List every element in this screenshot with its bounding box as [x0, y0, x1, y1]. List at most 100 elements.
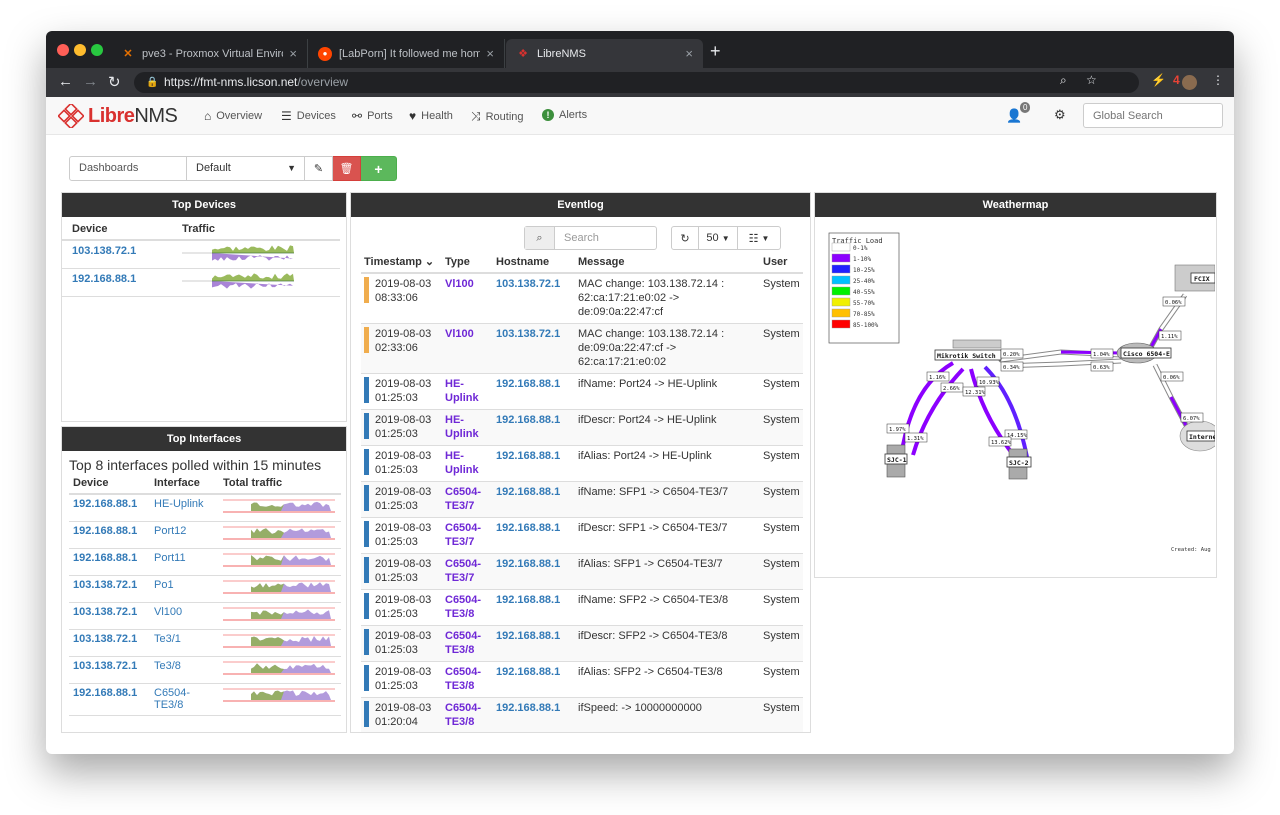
event-hostname[interactable]: 103.138.72.1: [493, 273, 575, 324]
event-type[interactable]: Vl100: [442, 273, 493, 324]
columns-dropdown[interactable]: ☷ ▼: [737, 226, 781, 250]
weathermap-image[interactable]: Traffic Load 0-1% 1-10% 10-25% 25-40% 40-55%…: [815, 217, 1215, 577]
traffic-graph[interactable]: [219, 521, 341, 549]
event-type[interactable]: C6504-TE3/7: [442, 481, 493, 518]
notification-badge[interactable]: 0: [1020, 102, 1031, 113]
back-icon[interactable]: ←: [58, 73, 73, 90]
dashboard-select[interactable]: Default ▼: [187, 156, 305, 181]
traffic-graph[interactable]: [219, 683, 341, 716]
delete-dashboard-button[interactable]: 🗑: [333, 156, 361, 181]
event-type[interactable]: HE-Uplink: [442, 373, 493, 410]
col-user[interactable]: User: [760, 253, 803, 274]
col-hostname[interactable]: Hostname: [493, 253, 575, 274]
traffic-graph[interactable]: [219, 656, 341, 684]
interface-link[interactable]: Po1: [150, 575, 219, 603]
col-type[interactable]: Type: [442, 253, 493, 274]
reload-icon[interactable]: ↻: [108, 73, 121, 91]
interface-link[interactable]: Te3/8: [150, 656, 219, 684]
event-type[interactable]: C6504-TE3/7: [442, 553, 493, 590]
node-fcix[interactable]: FCIX: [1174, 264, 1215, 292]
gear-icon[interactable]: ⚙: [1054, 107, 1066, 123]
global-search-input[interactable]: [1083, 103, 1223, 128]
device-link[interactable]: 192.168.88.1: [69, 521, 150, 549]
interface-link[interactable]: Port11: [150, 548, 219, 576]
event-hostname[interactable]: 103.138.72.1: [493, 323, 575, 374]
interface-link[interactable]: HE-Uplink: [150, 494, 219, 522]
col-message[interactable]: Message: [575, 253, 760, 274]
device-link[interactable]: 192.168.88.1: [69, 494, 150, 522]
extension-bolt-icon[interactable]: ⚡: [1151, 73, 1166, 87]
traffic-graph[interactable]: [219, 494, 341, 522]
nav-devices[interactable]: ☰ Devices: [281, 109, 336, 123]
event-hostname[interactable]: 192.168.88.1: [493, 625, 575, 662]
node-internet[interactable]: Interne: [1179, 420, 1215, 452]
event-hostname[interactable]: 192.168.88.1: [493, 553, 575, 590]
close-window-button[interactable]: [57, 44, 69, 56]
traffic-graph[interactable]: [172, 268, 340, 297]
event-type[interactable]: C6504-TE3/8: [442, 697, 493, 732]
nav-overview[interactable]: ⌂ Overview: [204, 109, 262, 123]
col-timestamp[interactable]: Timestamp ⌄: [361, 253, 442, 274]
device-link[interactable]: 192.168.88.1: [62, 268, 172, 297]
event-type[interactable]: C6504-TE3/8: [442, 661, 493, 698]
minimize-window-button[interactable]: [74, 44, 86, 56]
interface-link[interactable]: C6504-TE3/8: [150, 683, 219, 716]
browser-menu-icon[interactable]: ⋮: [1212, 73, 1224, 87]
interface-link[interactable]: Te3/1: [150, 629, 219, 657]
event-type[interactable]: C6504-TE3/8: [442, 589, 493, 626]
device-link[interactable]: 103.138.72.1: [69, 629, 150, 657]
node-cisco-6504[interactable]: Cisco 6504-E: [1116, 342, 1172, 364]
event-hostname[interactable]: 192.168.88.1: [493, 373, 575, 410]
tab-librenms[interactable]: ❖ LibreNMS ×: [506, 39, 703, 68]
zoom-icon[interactable]: ⌕: [1060, 73, 1067, 88]
event-hostname[interactable]: 192.168.88.1: [493, 697, 575, 732]
profile-avatar[interactable]: [1182, 75, 1197, 90]
page-size-dropdown[interactable]: 50 ▼: [698, 226, 738, 250]
traffic-graph[interactable]: [172, 240, 340, 269]
device-link[interactable]: 103.138.72.1: [69, 656, 150, 684]
event-type[interactable]: HE-Uplink: [442, 409, 493, 446]
event-hostname[interactable]: 192.168.88.1: [493, 517, 575, 554]
add-widget-button[interactable]: +: [361, 156, 397, 181]
interface-link[interactable]: Vl100: [150, 602, 219, 630]
edit-dashboard-button[interactable]: ✎: [305, 156, 333, 181]
event-hostname[interactable]: 192.168.88.1: [493, 409, 575, 446]
event-type[interactable]: C6504-TE3/7: [442, 517, 493, 554]
close-tab-icon[interactable]: ×: [486, 46, 494, 61]
device-link[interactable]: 103.138.72.1: [69, 575, 150, 603]
interface-link[interactable]: Port12: [150, 521, 219, 549]
nav-ports[interactable]: ⚯ Ports: [352, 109, 393, 123]
node-sjc1[interactable]: SJC-1: [884, 444, 908, 478]
extension-badge[interactable]: 4: [1173, 73, 1180, 87]
device-link[interactable]: 192.168.88.1: [69, 683, 150, 716]
bookmark-star-icon[interactable]: ☆: [1086, 73, 1097, 87]
traffic-graph[interactable]: [219, 575, 341, 603]
librenms-logo[interactable]: LibreNMS: [58, 104, 178, 128]
event-type[interactable]: C6504-TE3/8: [442, 625, 493, 662]
forward-icon[interactable]: →: [83, 73, 98, 90]
event-hostname[interactable]: 192.168.88.1: [493, 445, 575, 482]
traffic-graph[interactable]: [219, 548, 341, 576]
maximize-window-button[interactable]: [91, 44, 103, 56]
event-type[interactable]: Vl100: [442, 323, 493, 374]
nav-health[interactable]: ♥ Health: [409, 109, 453, 123]
new-tab-button[interactable]: +: [710, 41, 721, 62]
url-field[interactable]: 🔒 https://fmt-nms.licson.net/overview: [134, 72, 1139, 93]
node-mikrotik-switch[interactable]: Mikrotik Switch: [934, 339, 1002, 361]
event-hostname[interactable]: 192.168.88.1: [493, 481, 575, 518]
eventlog-search[interactable]: ⌕ Search: [524, 226, 657, 250]
tab-proxmox[interactable]: ✕ pve3 - Proxmox Virtual Environ ×: [111, 39, 308, 68]
event-type[interactable]: HE-Uplink: [442, 445, 493, 482]
event-hostname[interactable]: 192.168.88.1: [493, 661, 575, 698]
tab-reddit[interactable]: ● [LabPorn] It followed me home ×: [308, 39, 505, 68]
event-hostname[interactable]: 192.168.88.1: [493, 589, 575, 626]
refresh-button[interactable]: ↻: [671, 226, 699, 250]
close-tab-icon[interactable]: ×: [685, 46, 693, 61]
device-link[interactable]: 103.138.72.1: [69, 602, 150, 630]
traffic-graph[interactable]: [219, 629, 341, 657]
close-tab-icon[interactable]: ×: [289, 46, 297, 61]
traffic-graph[interactable]: [219, 602, 341, 630]
device-link[interactable]: 103.138.72.1: [62, 240, 172, 269]
nav-routing[interactable]: ⤨ Routing: [471, 109, 524, 124]
device-link[interactable]: 192.168.88.1: [69, 548, 150, 576]
